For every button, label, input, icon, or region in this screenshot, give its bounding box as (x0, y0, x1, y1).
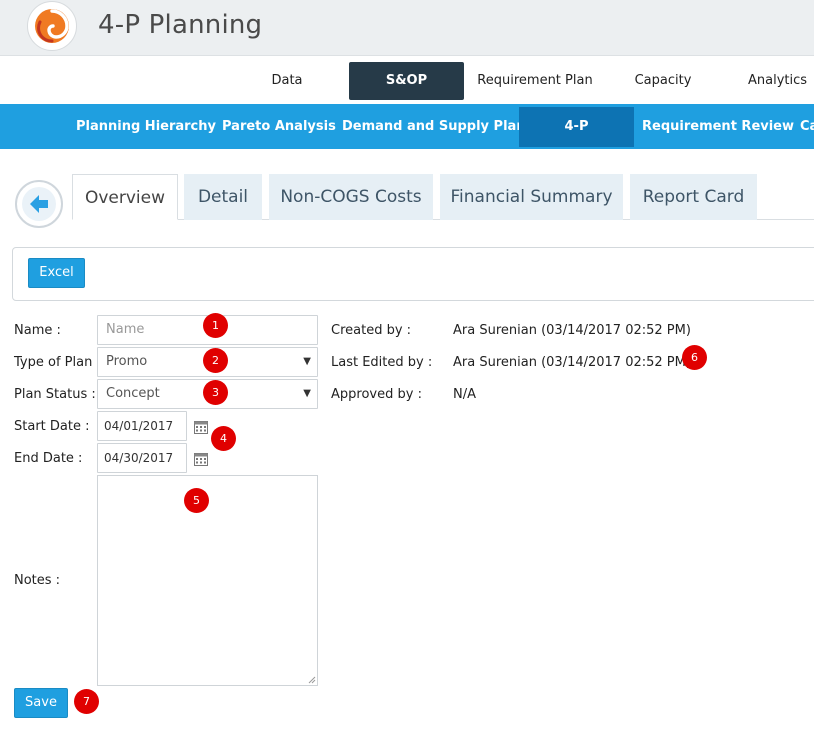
swirl-logo-icon (27, 1, 77, 51)
subnav-pareto-analysis[interactable]: Pareto Analysis (222, 104, 336, 149)
subnav-planning-hierarchy[interactable]: Planning Hierarchy (76, 104, 216, 149)
end-date-label: End Date : (14, 451, 83, 466)
nav-requirement-plan[interactable]: Requirement Plan (472, 57, 598, 104)
tab-report-card[interactable]: Report Card (630, 174, 757, 220)
annotation-badge: 3 (203, 380, 228, 405)
back-button-face (22, 187, 56, 221)
created-by-value: Ara Surenian (03/14/2017 02:52 PM) (453, 323, 691, 338)
calendar-icon[interactable] (194, 419, 208, 438)
resize-handle-icon[interactable] (308, 676, 316, 684)
subnav-overflow-item[interactable]: Ca (800, 104, 814, 149)
save-button[interactable]: Save (14, 688, 68, 718)
chevron-down-icon: ▼ (303, 356, 311, 367)
name-label: Name : (14, 323, 61, 338)
primary-nav: Data S&OP Requirement Plan Capacity Anal… (0, 57, 814, 104)
subnav-4p[interactable]: 4-P (519, 107, 634, 147)
tab-overview[interactable]: Overview (72, 174, 178, 220)
notes-textarea[interactable] (97, 475, 318, 686)
end-date-input[interactable]: 04/30/2017 (97, 443, 187, 473)
tab-financial-summary[interactable]: Financial Summary (440, 174, 623, 220)
excel-button[interactable]: Excel (28, 258, 85, 288)
app-title: 4-P Planning (98, 10, 263, 40)
calendar-icon[interactable] (194, 451, 208, 470)
chevron-down-icon: ▼ (303, 388, 311, 399)
annotation-badge: 6 (682, 345, 707, 370)
start-date-label: Start Date : (14, 419, 90, 434)
last-edited-value: Ara Surenian (03/14/2017 02:52 PM) (453, 355, 691, 370)
tab-non-cogs-costs[interactable]: Non-COGS Costs (269, 174, 433, 220)
annotation-badge: 1 (203, 313, 228, 338)
nav-capacity[interactable]: Capacity (624, 57, 702, 104)
annotation-badge: 2 (203, 348, 228, 373)
plan-status-value: Concept (106, 386, 160, 401)
back-button[interactable] (15, 180, 63, 228)
arrow-left-icon (30, 195, 48, 213)
annotation-badge: 4 (211, 426, 236, 451)
annotation-badge: 7 (74, 689, 99, 714)
annotation-badge: 5 (184, 488, 209, 513)
created-by-label: Created by : (331, 323, 412, 338)
tab-detail[interactable]: Detail (184, 174, 262, 220)
secondary-nav: Planning Hierarchy Pareto Analysis Deman… (0, 104, 814, 149)
subnav-demand-supply-plan[interactable]: Demand and Supply Plan (342, 104, 526, 149)
subnav-requirement-review[interactable]: Requirement Review (642, 104, 794, 149)
nav-sop[interactable]: S&OP (349, 62, 464, 100)
type-of-plan-value: Promo (106, 354, 148, 369)
nav-analytics[interactable]: Analytics (748, 57, 814, 104)
notes-label: Notes : (14, 573, 61, 588)
start-date-input[interactable]: 04/01/2017 (97, 411, 187, 441)
approved-by-value: N/A (453, 387, 476, 402)
type-of-plan-label: Type of Plan : (14, 355, 101, 370)
last-edited-label: Last Edited by : (331, 355, 433, 370)
nav-data[interactable]: Data (262, 57, 312, 104)
approved-by-label: Approved by : (331, 387, 422, 402)
toolbar-panel (12, 247, 814, 301)
plan-status-label: Plan Status : (14, 387, 96, 402)
